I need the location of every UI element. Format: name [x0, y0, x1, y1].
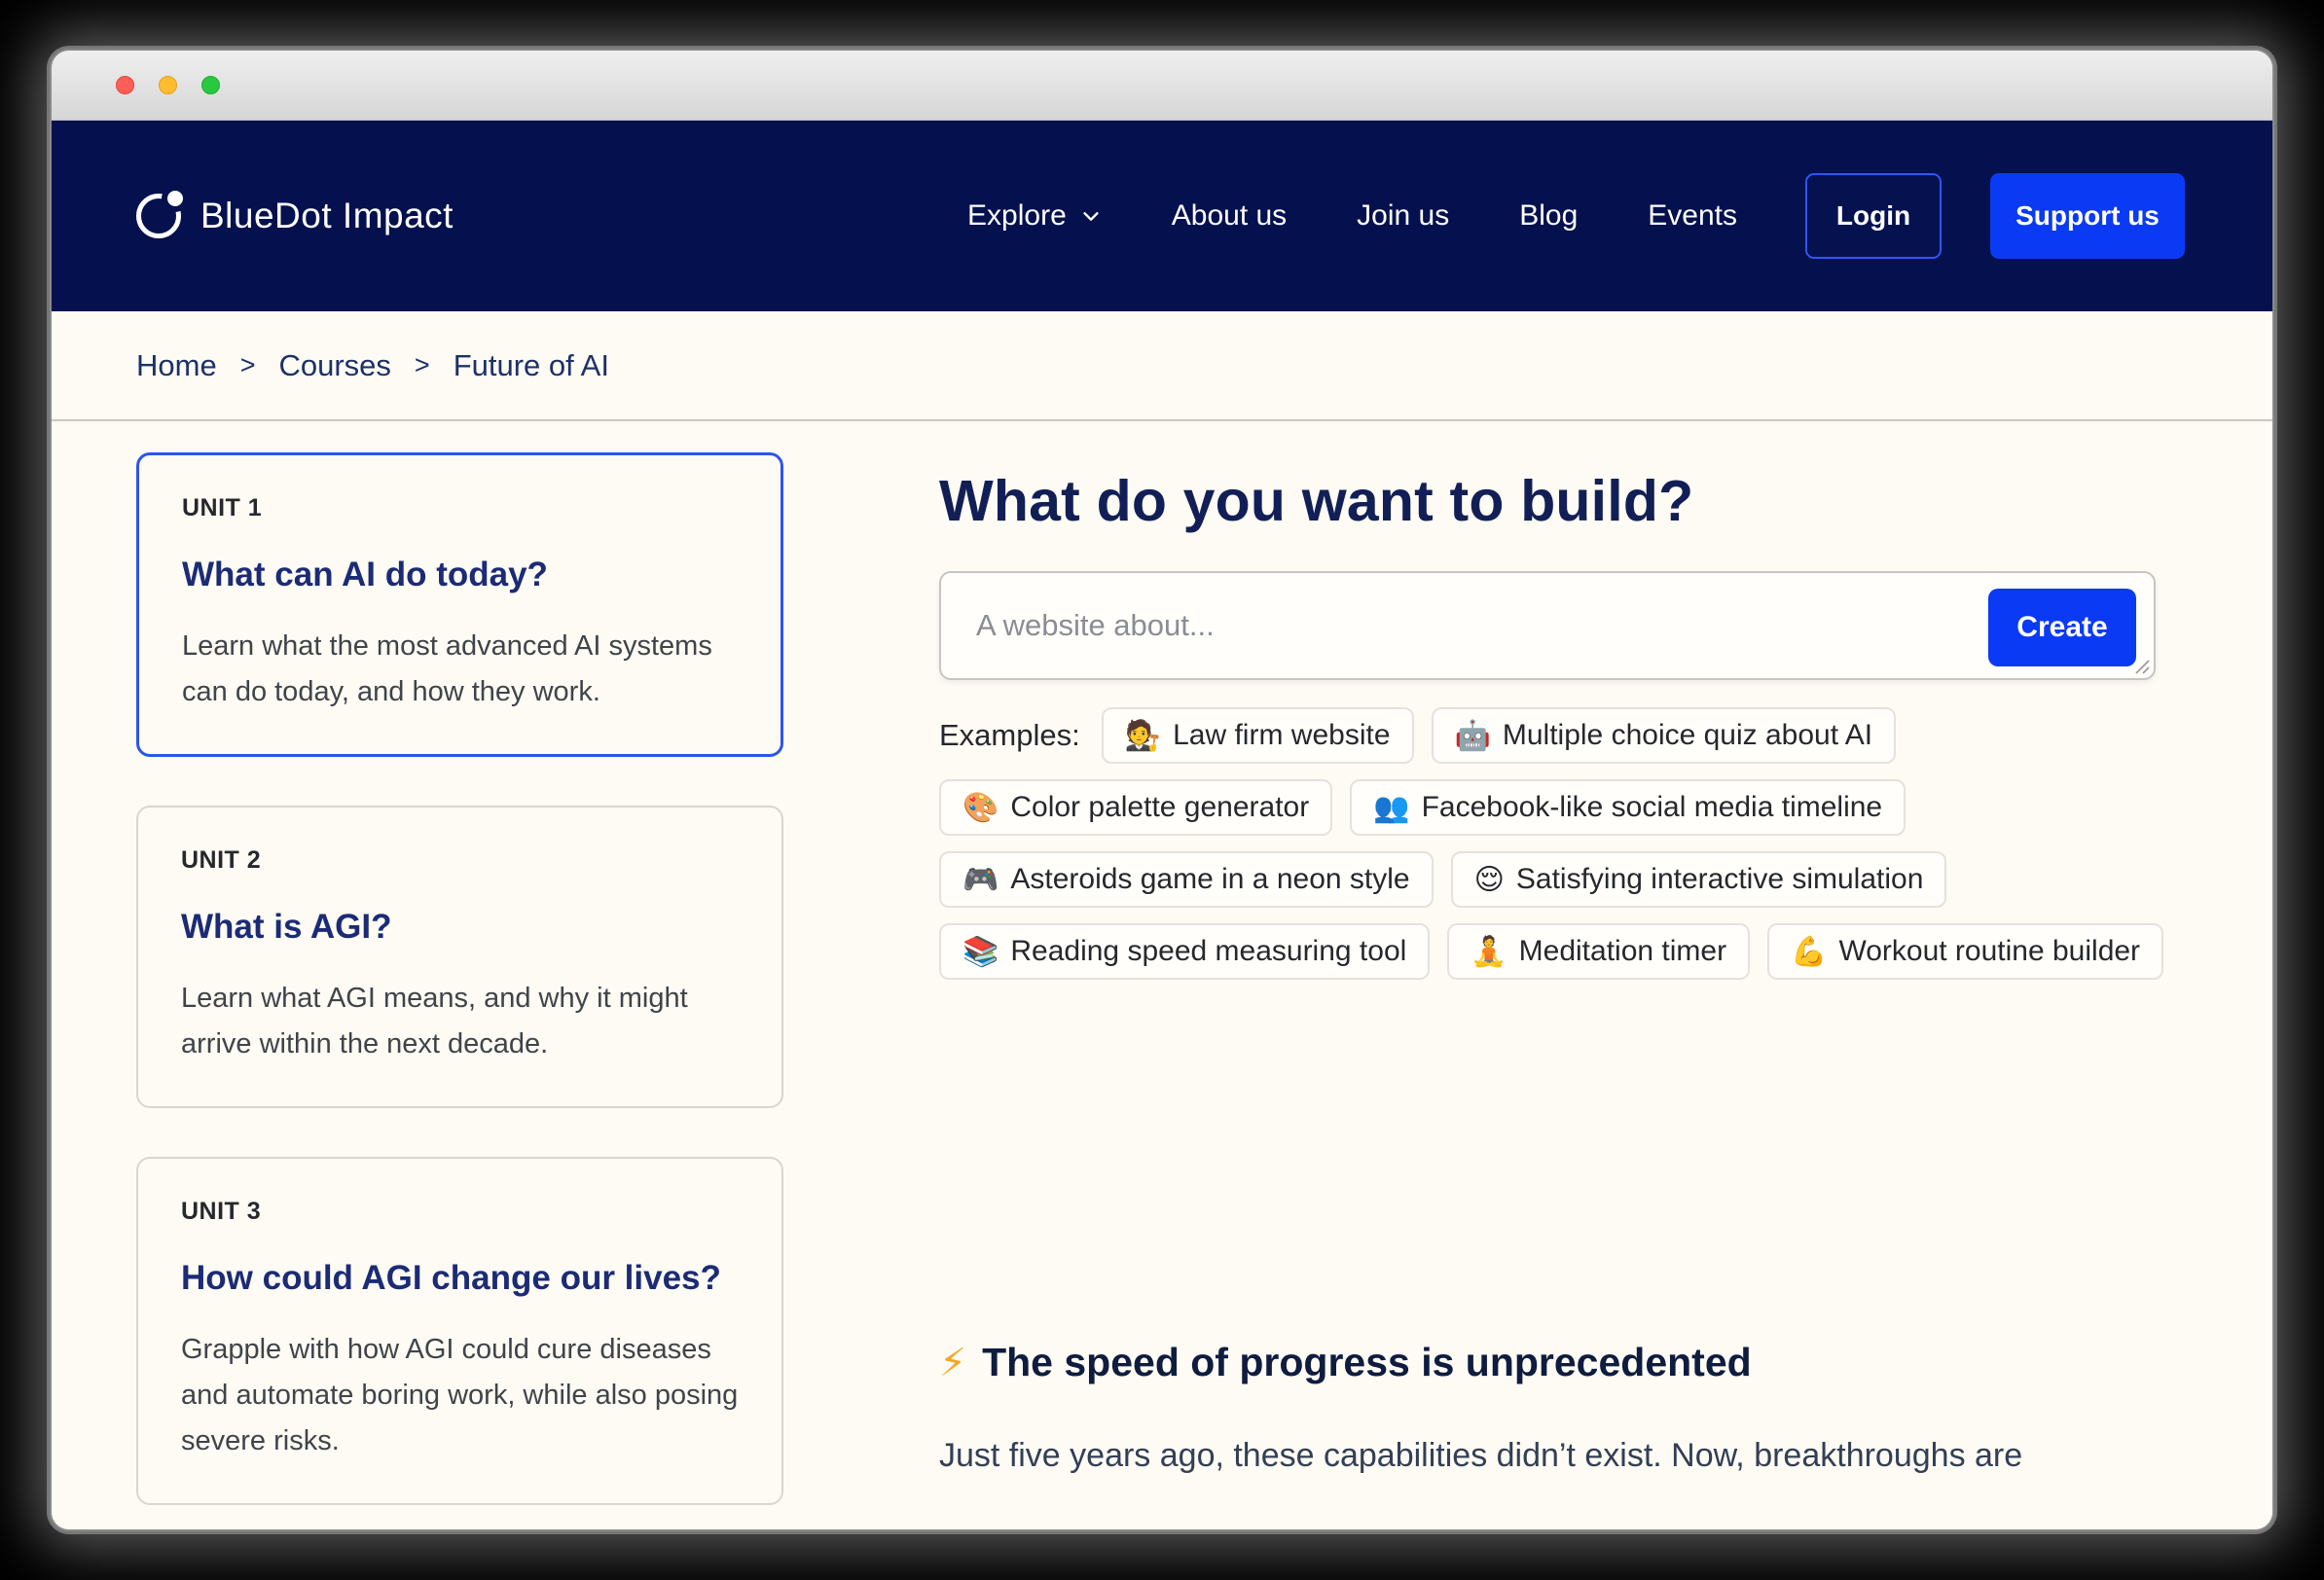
example-chip-interactive-simulation[interactable]: 😌 Satisfying interactive simulation: [1451, 851, 1947, 908]
busts-emoji-icon: 👥: [1373, 791, 1409, 825]
build-prompt-box: Create: [939, 571, 2156, 680]
create-button[interactable]: Create: [1988, 589, 2136, 666]
unit-description: Learn what AGI means, and why it might a…: [181, 976, 739, 1067]
example-chip-workout-routine-builder[interactable]: 💪 Workout routine builder: [1767, 923, 2163, 980]
units-sidebar: UNIT 1 What can AI do today? Learn what …: [136, 421, 783, 1529]
breadcrumb-courses[interactable]: Courses: [278, 348, 390, 383]
site-header: BlueDot Impact Explore About us Join us …: [52, 121, 2272, 311]
unit-card-2[interactable]: UNIT 2 What is AGI? Learn what AGI means…: [136, 806, 783, 1108]
breadcrumb-separator: >: [240, 350, 256, 380]
breadcrumb: Home > Courses > Future of AI: [136, 348, 609, 383]
browser-window: BlueDot Impact Explore About us Join us …: [52, 51, 2272, 1529]
relieved-face-emoji-icon: 😌: [1474, 863, 1505, 897]
example-chip-multiple-choice-quiz[interactable]: 🤖 Multiple choice quiz about AI: [1432, 707, 1897, 764]
minimize-window-button[interactable]: [159, 76, 177, 94]
breadcrumb-home[interactable]: Home: [136, 348, 217, 383]
example-chip-meditation-timer[interactable]: 🧘 Meditation timer: [1447, 923, 1750, 980]
example-chip-color-palette-generator[interactable]: 🎨 Color palette generator: [939, 779, 1332, 836]
main-column: What do you want to build? Create Exampl…: [939, 421, 2165, 1529]
breadcrumb-future-of-ai[interactable]: Future of AI: [454, 348, 609, 383]
brand-logo[interactable]: BlueDot Impact: [136, 194, 454, 238]
breadcrumb-separator: >: [415, 350, 430, 380]
section-paragraph: Just five years ago, these capabilities …: [939, 1430, 2165, 1482]
bluedot-logo-icon: [136, 194, 181, 238]
unit-title: How could AGI change our lives?: [181, 1259, 739, 1298]
unit-description: Learn what the most advanced AI systems …: [182, 624, 738, 715]
examples-label: Examples:: [939, 718, 1080, 753]
nav-item-blog[interactable]: Blog: [1519, 199, 1578, 233]
example-chips: Examples: 🧑‍⚖️ Law firm website 🤖 Multip…: [939, 707, 2165, 980]
unit-description: Grapple with how AGI could cure diseases…: [181, 1327, 739, 1464]
unit-title: What can AI do today?: [182, 556, 738, 594]
game-controller-emoji-icon: 🎮: [962, 863, 999, 897]
unit-title: What is AGI?: [181, 908, 739, 947]
nav-item-join-us[interactable]: Join us: [1357, 199, 1449, 233]
meditation-emoji-icon: 🧘: [1471, 935, 1507, 969]
palette-emoji-icon: 🎨: [962, 791, 999, 825]
unit-kicker: UNIT 3: [181, 1198, 739, 1226]
nav-item-events[interactable]: Events: [1648, 199, 1737, 233]
resize-handle-icon[interactable]: [2130, 655, 2150, 674]
support-us-button[interactable]: Support us: [1990, 173, 2185, 259]
page-title: What do you want to build?: [939, 468, 2165, 534]
example-chip-law-firm-website[interactable]: 🧑‍⚖️ Law firm website: [1102, 707, 1414, 764]
login-button[interactable]: Login: [1805, 173, 1942, 259]
brand-name: BlueDot Impact: [200, 196, 454, 236]
unit-card-3[interactable]: UNIT 3 How could AGI change our lives? G…: [136, 1157, 783, 1505]
example-chip-social-media-timeline[interactable]: 👥 Facebook-like social media timeline: [1350, 779, 1906, 836]
nav-item-explore[interactable]: Explore: [967, 199, 1102, 233]
unit-kicker: UNIT 2: [181, 846, 739, 875]
biceps-emoji-icon: 💪: [1791, 935, 1827, 969]
chevron-down-icon: [1080, 205, 1102, 227]
nav-item-about-us[interactable]: About us: [1172, 199, 1287, 233]
close-window-button[interactable]: [116, 76, 134, 94]
judge-emoji-icon: 🧑‍⚖️: [1125, 719, 1161, 753]
example-chip-reading-speed-tool[interactable]: 📚 Reading speed measuring tool: [939, 923, 1430, 980]
main-nav: Explore About us Join us Blog Events: [967, 199, 1737, 233]
header-actions: Login Support us: [1805, 173, 2185, 259]
zoom-window-button[interactable]: [201, 76, 220, 94]
breadcrumb-bar: Home > Courses > Future of AI: [52, 311, 2272, 421]
section-heading: ⚡ The speed of progress is unprecedented: [939, 1340, 2165, 1385]
traffic-lights: [116, 76, 220, 94]
example-chip-asteroids-game[interactable]: 🎮 Asteroids game in a neon style: [939, 851, 1434, 908]
unit-card-1[interactable]: UNIT 1 What can AI do today? Learn what …: [136, 452, 783, 757]
page-content: UNIT 1 What can AI do today? Learn what …: [52, 421, 2272, 1529]
robot-emoji-icon: 🤖: [1455, 719, 1491, 753]
progress-section: ⚡ The speed of progress is unprecedented…: [939, 1340, 2165, 1482]
books-emoji-icon: 📚: [962, 935, 999, 969]
unit-kicker: UNIT 1: [182, 494, 738, 522]
build-prompt-input[interactable]: [941, 573, 2154, 678]
lightning-bolt-icon: ⚡: [939, 1341, 966, 1385]
window-titlebar: [52, 51, 2272, 121]
